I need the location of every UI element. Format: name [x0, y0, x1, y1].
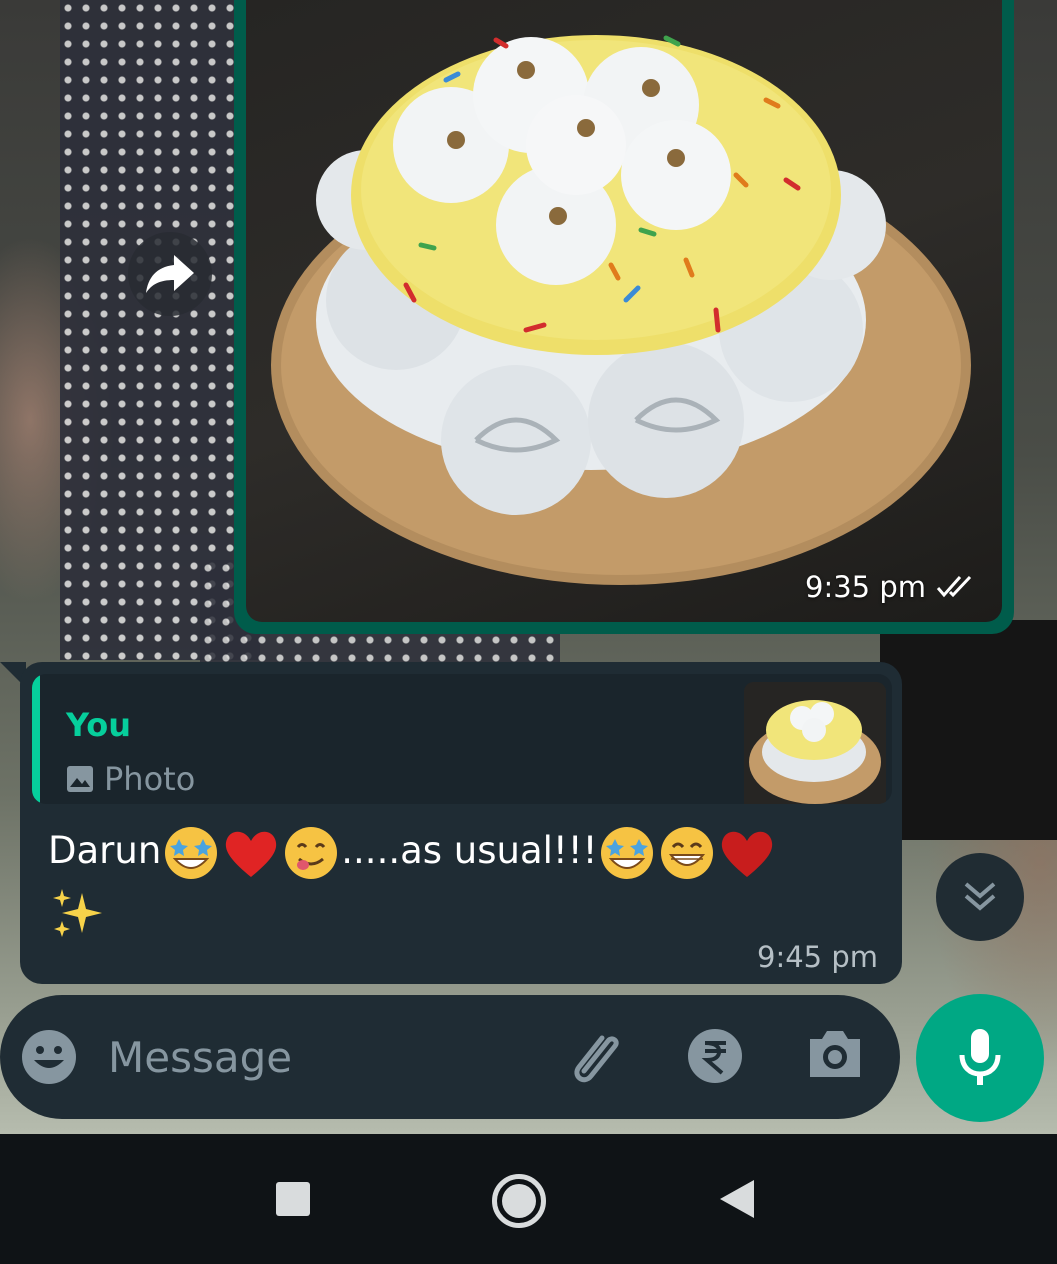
double-tick-read-icon [936, 575, 972, 598]
cake-photo[interactable]: 9:35 pm [246, 0, 1002, 622]
message-time: 9:45 pm [757, 940, 878, 974]
message-text-part1: Darun [48, 829, 162, 872]
beaming-face-emoji-icon [661, 826, 714, 879]
red-heart-emoji-icon [226, 831, 277, 877]
quoted-message[interactable]: You Photo [32, 674, 892, 804]
message-meta: 9:35 pm [805, 570, 976, 604]
system-navigation-bar [0, 1134, 1057, 1264]
quoted-author: You [66, 706, 131, 744]
quote-accent-bar [32, 674, 40, 804]
image-message[interactable]: 9:35 pm [234, 0, 1014, 634]
double-chevron-down-icon [964, 882, 996, 911]
cake-image [271, 35, 971, 585]
face-savoring-food-emoji-icon [285, 826, 338, 879]
message-text-part2: .....as usual!!! [341, 829, 598, 872]
emoji-icon[interactable] [20, 1028, 78, 1086]
red-heart-emoji-icon [722, 831, 773, 877]
message-time: 9:35 pm [805, 570, 926, 604]
message-composer [0, 995, 900, 1119]
photo-icon [67, 766, 93, 792]
quoted-type-label: Photo [104, 760, 196, 798]
reply-message[interactable]: You Photo Darun .....as usual!!! 9:45 pm [20, 662, 902, 984]
camera-icon[interactable] [804, 1025, 866, 1083]
attach-icon[interactable] [564, 1025, 626, 1087]
rupee-icon[interactable] [686, 1027, 744, 1085]
quoted-photo-thumbnail [744, 682, 886, 804]
recent-apps-icon[interactable] [276, 1182, 310, 1216]
back-icon[interactable] [720, 1180, 754, 1218]
scroll-to-bottom-button[interactable] [936, 853, 1024, 941]
cake-thumbnail [744, 682, 886, 804]
sparkles-emoji-icon [53, 889, 102, 937]
quoted-type: Photo [66, 760, 195, 798]
voice-message-button[interactable] [916, 994, 1044, 1122]
message-input[interactable] [108, 1021, 528, 1093]
home-icon[interactable] [492, 1174, 546, 1228]
forward-arrow-icon [146, 255, 194, 293]
star-struck-emoji-icon [601, 826, 654, 879]
forward-button[interactable] [128, 232, 212, 316]
wallpaper-photo-detail [880, 620, 1057, 840]
mic-icon [959, 1029, 1001, 1085]
star-struck-emoji-icon [165, 826, 218, 879]
message-text: Darun .....as usual!!! [48, 822, 868, 943]
